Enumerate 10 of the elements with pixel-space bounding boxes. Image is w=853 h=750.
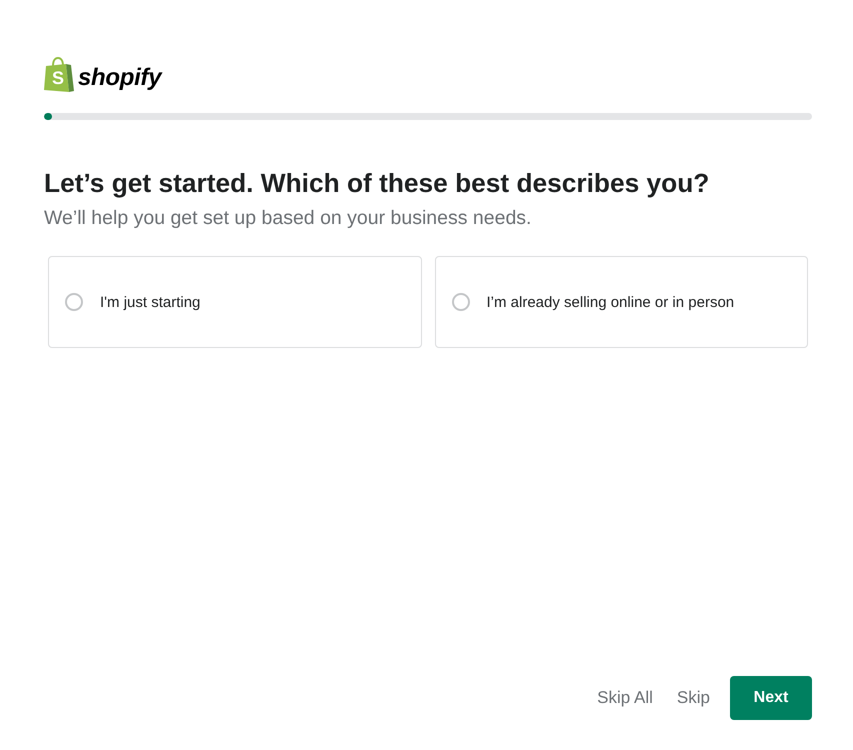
shopping-bag-icon [44,57,74,93]
logo-letter: S [52,69,64,87]
option-card[interactable]: I’m already selling online or in person [434,256,808,348]
skip-button[interactable]: Skip All [593,678,657,718]
page-heading: Let’s get started. Which of these best describes you? [44,167,710,199]
logo-wordmark: shopify [78,64,162,93]
skip-button[interactable]: Skip [672,678,714,718]
option-card[interactable]: I'm just starting [48,256,422,348]
page-subheading: We’ll help you get set up based on your business needs. [44,206,532,231]
next-button[interactable]: Next [730,676,812,720]
